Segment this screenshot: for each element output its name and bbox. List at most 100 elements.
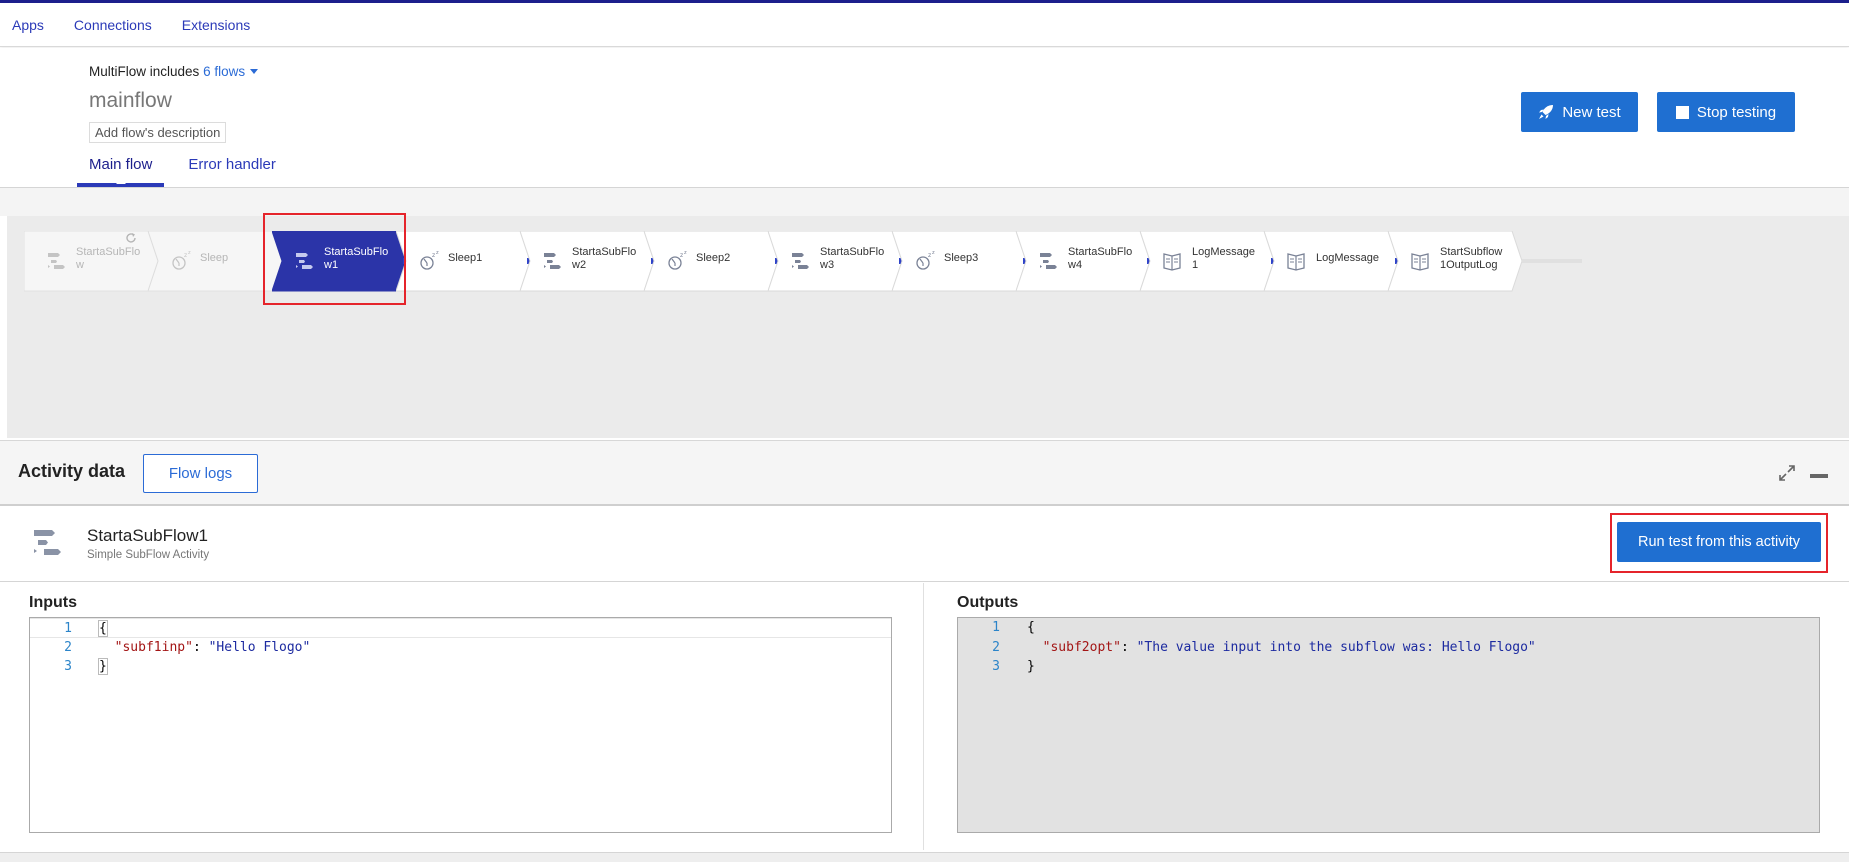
brace: { xyxy=(98,620,108,637)
json-key: "subf2opt" xyxy=(1042,639,1121,655)
activity-tile-label-line2: w2 xyxy=(572,259,587,271)
sleep-icon: zz xyxy=(668,251,687,270)
activity-tile[interactable]: LogMessage 1 xyxy=(1140,231,1275,292)
line-number: 2 xyxy=(64,639,72,655)
nav-apps[interactable]: Apps xyxy=(12,15,44,35)
activity-tile-label: Sleep3 xyxy=(944,252,1019,265)
refresh-icon xyxy=(126,233,136,243)
json-value: "The value input into the subflow was: H… xyxy=(1136,639,1536,655)
flow-logs-button[interactable]: Flow logs xyxy=(143,454,258,493)
log-icon xyxy=(1287,253,1305,271)
json-separator: : xyxy=(1120,639,1137,655)
svg-text:z: z xyxy=(188,251,191,256)
json-separator: : xyxy=(192,639,209,655)
activity-tile[interactable]: StartaSubFlo w4 xyxy=(1016,231,1151,292)
tab-main-flow[interactable]: Main flow xyxy=(77,153,165,187)
code-line: 2 "subf2opt": "The value input into the … xyxy=(958,638,1819,658)
code-line: 1{ xyxy=(958,618,1819,638)
active-tile-highlight xyxy=(263,213,406,305)
activity-tile-label-line2: w xyxy=(76,259,84,271)
activity-tile-label-line2: 1 xyxy=(1192,259,1199,271)
subflow-icon xyxy=(34,530,61,555)
activity-tile[interactable]: z z Sleep xyxy=(148,231,283,292)
svg-text:z: z xyxy=(436,251,439,256)
code-line: 3} xyxy=(30,657,891,677)
outputs-editor[interactable]: 1{ 2 "subf2opt": "The value input into t… xyxy=(957,617,1820,833)
activity-tile-label: LogMessage 1 xyxy=(1192,246,1267,272)
activity-tile[interactable]: z z Sleep1 xyxy=(396,231,531,292)
svg-text:z: z xyxy=(184,252,187,259)
activity-tile-label-line2: w3 xyxy=(820,259,835,271)
activity-tile-label: Sleep2 xyxy=(696,252,771,265)
activity-tile[interactable]: StartaSubFlo w3 xyxy=(768,231,903,292)
activity-data-title: Activity data xyxy=(18,461,126,481)
subflow-icon xyxy=(1040,253,1057,269)
tab-error-handler[interactable]: Error handler xyxy=(176,153,288,187)
activity-tile[interactable]: LogMessage xyxy=(1264,231,1399,292)
multiflow-prefix: MultiFlow includes xyxy=(89,64,200,79)
nav-connections[interactable]: Connections xyxy=(74,15,152,35)
activity-tile-label-line1: Sleep3 xyxy=(944,252,979,264)
line-number: 1 xyxy=(64,621,72,636)
svg-text:z: z xyxy=(684,251,687,256)
flow-tabs: Main flow Error handler xyxy=(77,153,300,187)
activity-tile[interactable]: StartaSubFlo w xyxy=(24,231,159,292)
subflow-icon xyxy=(48,253,65,269)
sleep-icon: zz xyxy=(916,251,935,270)
bottom-border xyxy=(0,852,1849,862)
svg-text:z: z xyxy=(680,252,683,259)
stop-icon xyxy=(1675,105,1689,119)
json-key: "subf1inp" xyxy=(114,639,193,655)
inputs-title: Inputs xyxy=(29,594,77,611)
activity-tile-label: Sleep1 xyxy=(448,252,523,265)
activity-tile[interactable]: StartaSubFlo w2 xyxy=(520,231,655,292)
flows-count: 6 flows xyxy=(203,64,246,79)
line-number: 2 xyxy=(992,639,1000,655)
activity-tile-label-line2: 1OutputLog xyxy=(1440,259,1498,271)
inputs-editor[interactable]: 1{ 2 "subf1inp": "Hello Flogo" 3} xyxy=(29,617,892,833)
activity-tile[interactable]: StartSubflow 1OutputLog xyxy=(1388,231,1523,292)
activity-tile-label: StartSubflow 1OutputLog xyxy=(1440,246,1515,272)
brace: { xyxy=(1027,620,1035,635)
activity-tile-label-line1: StartSubflow xyxy=(1440,246,1503,258)
activity-tile-label-line1: StartaSubFlo xyxy=(76,246,141,258)
activity-tile[interactable]: z z Sleep2 xyxy=(644,231,779,292)
activity-data-bar: Activity data Flow logs xyxy=(0,440,1849,506)
flow-name[interactable]: mainflow xyxy=(89,89,172,113)
code-line: 2 "subf1inp": "Hello Flogo" xyxy=(30,638,891,658)
flows-dropdown[interactable]: 6 flows xyxy=(203,64,259,79)
activity-tile-label: StartaSubFlo w3 xyxy=(820,246,895,272)
flow-description-input[interactable]: Add flow's description xyxy=(89,122,227,143)
activity-tile-label-line1: Sleep2 xyxy=(696,252,731,264)
expand-icon[interactable] xyxy=(1778,464,1796,482)
activity-tile-label: StartaSubFlo w4 xyxy=(1068,246,1143,272)
activity-tile-label: StartaSubFlo w2 xyxy=(572,246,647,272)
new-test-button[interactable]: New test xyxy=(1521,92,1638,132)
activity-tile-label: StartaSubFlo w xyxy=(76,246,151,272)
activity-name: StartaSubFlow1 xyxy=(87,526,208,545)
svg-text:z: z xyxy=(432,252,435,259)
nav-extensions[interactable]: Extensions xyxy=(182,15,250,35)
stop-testing-button[interactable]: Stop testing xyxy=(1657,92,1795,132)
minimize-icon[interactable] xyxy=(1810,474,1828,478)
activity-tile-label-line1: LogMessage xyxy=(1192,246,1255,258)
run-button-highlight xyxy=(1610,513,1828,573)
code-line: 3} xyxy=(958,657,1819,677)
multiflow-info: MultiFlow includes 6 flows xyxy=(89,64,259,79)
outputs-title: Outputs xyxy=(957,594,1019,611)
sleep-icon: zz xyxy=(172,251,191,270)
outputs-panel: Outputs 1{ 2 "subf2opt": "The value inpu… xyxy=(925,583,1849,850)
line-number: 3 xyxy=(64,659,72,674)
stop-testing-label: Stop testing xyxy=(1696,103,1777,121)
activity-type: Simple SubFlow Activity xyxy=(87,549,210,561)
svg-text:z: z xyxy=(932,251,935,256)
activity-tile-label-line1: StartaSubFlo xyxy=(1068,246,1133,258)
activity-tile[interactable]: z z Sleep3 xyxy=(892,231,1027,292)
brace: } xyxy=(1027,659,1035,674)
code-line: 1{ xyxy=(30,618,891,638)
activity-tile-label-line1: Sleep xyxy=(200,252,229,264)
subflow-icon xyxy=(544,253,561,269)
chevron-down-icon xyxy=(250,69,259,74)
log-icon xyxy=(1411,253,1429,271)
sleep-icon: zz xyxy=(420,251,439,270)
